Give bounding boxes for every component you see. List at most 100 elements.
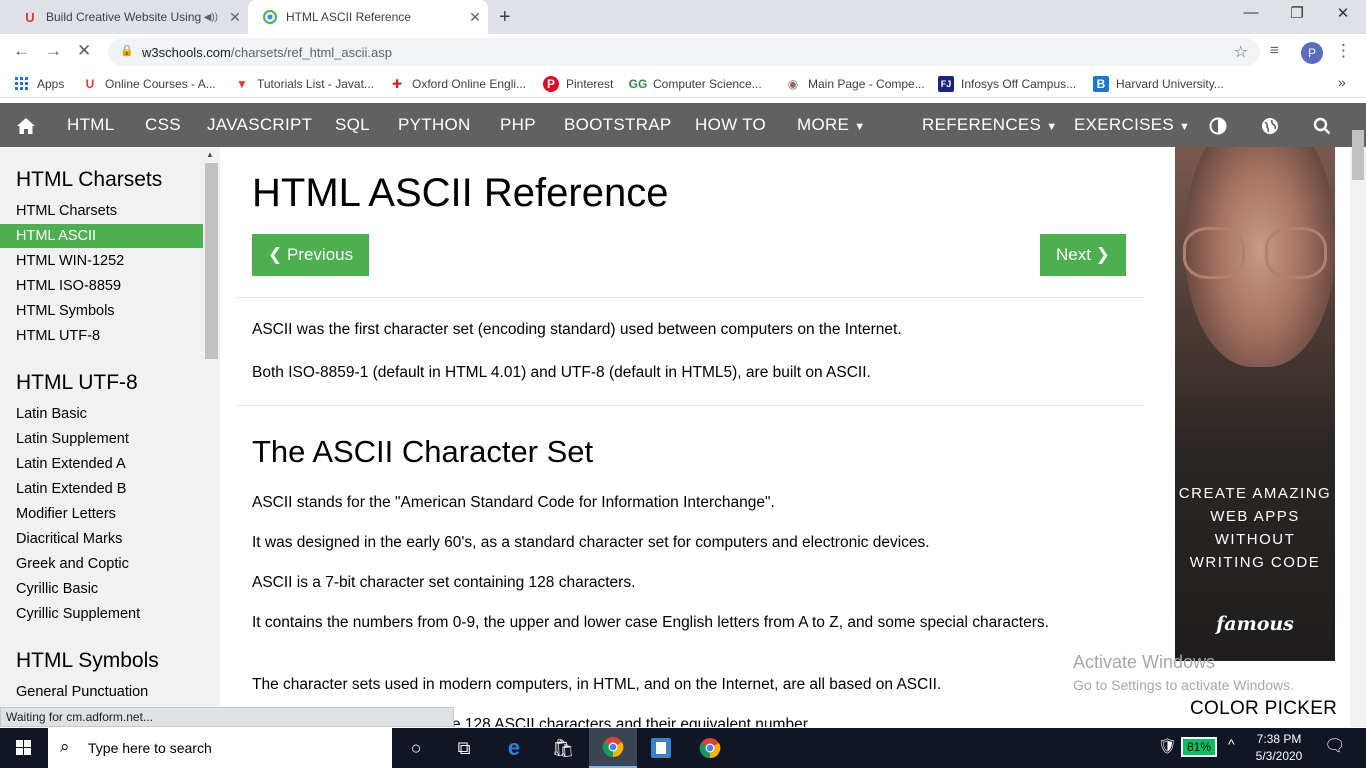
nav-php[interactable]: PHP xyxy=(500,103,536,147)
bookmark-tutorials-list[interactable]: ▼ Tutorials List - Javat... xyxy=(234,76,374,92)
bookmark-computer-science[interactable]: GG Computer Science... xyxy=(629,76,762,92)
battery-indicator[interactable]: 81% xyxy=(1181,737,1217,757)
advertisement[interactable]: CREATE AMAZING WEB APPS WITHOUT WRITING … xyxy=(1175,147,1335,661)
tab-build-creative-website[interactable]: U Build Creative Website Using ◀)) ✕ xyxy=(8,0,248,34)
body-paragraph: ASCII is a 7-bit character set containin… xyxy=(252,574,636,591)
new-tab-button[interactable]: + xyxy=(499,6,511,29)
sidebar-item-cyrillic-basic[interactable]: Cyrillic Basic xyxy=(16,581,98,597)
sidebar-item-html-charsets[interactable]: HTML Charsets xyxy=(16,203,117,219)
more-bookmarks-chevron[interactable]: » xyxy=(1338,74,1346,90)
body-paragraph-cut: e 128 ASCII characters and their equival… xyxy=(452,716,808,727)
chrome-taskbar-icon[interactable] xyxy=(589,728,637,768)
tab-html-ascii-reference[interactable]: HTML ASCII Reference ✕ xyxy=(248,0,488,34)
windows-start-icon[interactable] xyxy=(16,740,32,756)
nav-how-to[interactable]: HOW TO xyxy=(695,103,766,147)
nav-more[interactable]: MORE ▼ xyxy=(797,103,865,147)
task-view-icon[interactable]: ⧉ xyxy=(440,728,488,768)
sidebar-item-cyrillic-supplement[interactable]: Cyrillic Supplement xyxy=(16,606,140,622)
globe-icon[interactable] xyxy=(1261,103,1279,147)
sidebar-item-diacritical-marks[interactable]: Diacritical Marks xyxy=(16,531,122,547)
menu-dots-icon[interactable]: ⋮ xyxy=(1335,41,1352,61)
nav-references[interactable]: REFERENCES ▼ xyxy=(922,103,1057,147)
sidebar-item-modifier-letters[interactable]: Modifier Letters xyxy=(16,506,116,522)
restore-icon[interactable]: ❐ xyxy=(1274,4,1320,22)
page-scrollbar-track[interactable] xyxy=(1350,147,1366,727)
page-scrollbar-thumb[interactable] xyxy=(1352,130,1364,180)
nav-python[interactable]: PYTHON xyxy=(398,103,471,147)
chrome-taskbar-icon-2[interactable] xyxy=(686,728,734,768)
sidebar-item-latin-extended-a[interactable]: Latin Extended A xyxy=(16,456,126,472)
sidebar-item-html-ascii[interactable]: HTML ASCII xyxy=(0,224,203,248)
bookmark-main-page[interactable]: ◉ Main Page - Compe... xyxy=(785,76,925,92)
udemy-favicon-icon: U xyxy=(25,9,35,25)
nav-exercises[interactable]: EXERCISES ▼ xyxy=(1074,103,1190,147)
ad-column: CREATE AMAZING WEB APPS WITHOUT WRITING … xyxy=(1160,147,1350,727)
bookmarks-bar: Apps U Online Courses - A... ▼ Tutorials… xyxy=(0,70,1366,98)
sidebar-scrollbar[interactable] xyxy=(205,163,218,359)
sidebar-item-html-iso-8859[interactable]: HTML ISO-8859 xyxy=(16,278,121,294)
sidebar-item-general-punctuation[interactable]: General Punctuation xyxy=(16,684,148,700)
sidebar-item-greek-and-coptic[interactable]: Greek and Coptic xyxy=(16,556,129,572)
minimize-icon[interactable]: — xyxy=(1228,4,1274,21)
stop-loading-icon[interactable]: ✕ xyxy=(77,41,91,61)
nav-sql[interactable]: SQL xyxy=(335,103,370,147)
body-paragraph: It was designed in the early 60's, as a … xyxy=(252,534,930,551)
search-icon[interactable] xyxy=(1313,103,1331,147)
url-text[interactable]: w3schools.com/charsets/ref_html_ascii.as… xyxy=(142,45,392,60)
glasses-lens-right xyxy=(1265,227,1327,279)
sidebar-item-latin-supplement[interactable]: Latin Supplement xyxy=(16,431,129,447)
previous-button[interactable]: ❮ Previous xyxy=(252,234,370,276)
store-icon[interactable]: 🛍 xyxy=(539,728,587,768)
bookmark-star-icon[interactable]: ☆ xyxy=(1234,42,1248,62)
sidebar-scroll-up-icon[interactable]: ▲ xyxy=(206,150,214,159)
sidebar-item-latin-basic[interactable]: Latin Basic xyxy=(16,406,87,422)
page-title: HTML ASCII Reference xyxy=(252,171,669,215)
shield-icon[interactable]: 🛡 xyxy=(1158,737,1177,755)
next-button[interactable]: Next ❯ xyxy=(1040,234,1126,276)
close-tab-icon[interactable]: ✕ xyxy=(462,9,488,26)
chevron-up-icon[interactable]: ^ xyxy=(1228,736,1235,752)
cortana-icon[interactable]: ○ xyxy=(392,728,440,768)
udemy-icon: U xyxy=(85,77,95,91)
activate-windows-subtext: Go to Settings to activate Windows. xyxy=(1073,677,1294,693)
intro-paragraph: ASCII was the first character set (encod… xyxy=(252,321,902,338)
edge-icon[interactable]: e xyxy=(490,728,538,768)
sidebar-item-html-utf-8[interactable]: HTML UTF-8 xyxy=(16,328,100,344)
sidebar-item-html-win-1252[interactable]: HTML WIN-1252 xyxy=(16,253,124,269)
nav-html[interactable]: HTML xyxy=(67,103,114,147)
back-arrow-icon[interactable]: ← xyxy=(13,41,30,61)
ad-brand-logo: famous xyxy=(1216,613,1294,635)
close-window-icon[interactable]: ✕ xyxy=(1320,4,1366,22)
address-bar[interactable]: 🔒 w3schools.com/charsets/ref_html_ascii.… xyxy=(108,38,1260,66)
bookmark-infosys[interactable]: FJ Infosys Off Campus... xyxy=(938,76,1076,92)
sidebar-item-latin-extended-b[interactable]: Latin Extended B xyxy=(16,481,126,497)
profile-avatar[interactable]: P xyxy=(1301,42,1323,64)
sidebar-heading-utf-8: HTML UTF-8 xyxy=(16,371,138,394)
sidebar-item-html-symbols[interactable]: HTML Symbols xyxy=(16,303,115,319)
uk-flag-icon: ✚ xyxy=(391,77,403,91)
bookmark-apps[interactable]: Apps xyxy=(14,76,64,92)
caret-down-icon: ▼ xyxy=(1179,121,1191,133)
reading-list-icon[interactable]: ≡ xyxy=(1270,42,1279,59)
nav-css[interactable]: CSS xyxy=(145,103,181,147)
taskbar-search-box[interactable]: ⌕ Type here to search xyxy=(48,728,392,768)
caret-down-icon: ▼ xyxy=(1046,121,1058,133)
close-tab-icon[interactable]: ✕ xyxy=(222,9,248,26)
bookmark-pinterest[interactable]: P Pinterest xyxy=(543,76,613,92)
nav-bootstrap[interactable]: BOOTSTRAP xyxy=(564,103,672,147)
tab-strip: U Build Creative Website Using ◀)) ✕ HTM… xyxy=(0,0,1366,34)
home-icon[interactable] xyxy=(16,103,36,147)
app-taskbar-icon[interactable] xyxy=(637,728,685,768)
forward-arrow-icon[interactable]: → xyxy=(45,41,62,61)
contrast-icon[interactable] xyxy=(1209,103,1227,147)
notifications-icon[interactable]: 🗨 xyxy=(1324,736,1346,756)
bookmark-online-courses[interactable]: U Online Courses - A... xyxy=(82,76,216,92)
speaker-icon[interactable]: ◀)) xyxy=(204,12,218,23)
body-paragraph: The character sets used in modern comput… xyxy=(252,676,942,693)
javatpoint-icon: ▼ xyxy=(236,77,248,91)
nav-javascript[interactable]: JAVASCRIPT xyxy=(207,103,312,147)
bookmark-oxford[interactable]: ✚ Oxford Online Engli... xyxy=(389,76,526,92)
bookmark-harvard[interactable]: B Harvard University... xyxy=(1093,76,1224,92)
taskbar-clock[interactable]: 7:38 PM 5/3/2020 xyxy=(1250,731,1308,765)
sidebar-heading-symbols: HTML Symbols xyxy=(16,649,159,672)
